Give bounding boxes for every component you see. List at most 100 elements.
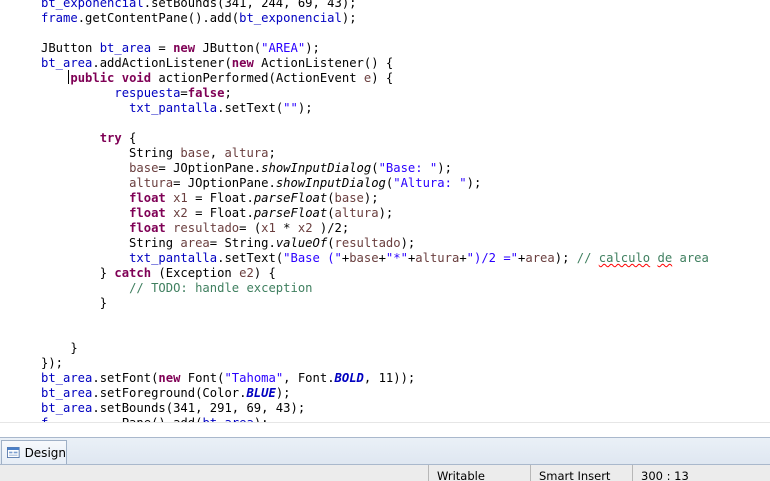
code-token: base [180, 146, 210, 160]
code-token: actionPerformed(ActionEvent [151, 71, 364, 85]
code-token: = JOptionPane. [158, 161, 262, 175]
code-token: BLUE [246, 386, 276, 400]
code-token: .setFont( [92, 371, 159, 385]
code-token: } [41, 266, 115, 280]
code-token: showInputDialog [261, 161, 372, 175]
design-tab-label: Design [24, 445, 66, 460]
code-token: showInputDialog [275, 176, 386, 190]
code-token: "Base (" [283, 251, 342, 265]
code-token: altura [334, 206, 379, 220]
code-line: txt_pantalla.setText("Base ("+base+"*"+a… [41, 251, 709, 266]
code-token: x2 [173, 206, 188, 220]
design-tab[interactable]: Design [1, 440, 67, 464]
code-token: ( [327, 236, 335, 250]
code-token: ActionListener() { [253, 56, 394, 70]
code-token: new [173, 41, 196, 55]
code-token: .setText( [217, 251, 284, 265]
code-token: ; [224, 86, 232, 100]
code-token: ( [327, 191, 335, 205]
code-line: JButton bt_area = new JButton("AREA"); [41, 41, 320, 56]
code-token: , [209, 146, 225, 160]
status-bar: Writable Smart Insert 300 : 13 [0, 465, 770, 481]
code-token: .setBounds(341, 291, 69, 43); [92, 401, 306, 415]
design-view-icon [7, 447, 20, 458]
code-token: ); [275, 386, 291, 400]
code-token: altura [129, 176, 174, 190]
code-token: .setText( [217, 101, 284, 115]
code-line: String area= String.valueOf(resultado); [41, 236, 415, 251]
code-token: .setForeground(Color. [92, 386, 247, 400]
code-token: String [41, 146, 181, 160]
code-token: .getContentPane().add( [77, 11, 240, 25]
code-line: txt_pantalla.setText(""); [41, 101, 313, 116]
code-token: float [129, 191, 166, 205]
code-line: String base, altura; [41, 146, 276, 161]
code-token: bt_area [99, 41, 152, 55]
code-token: "Tahoma" [224, 371, 284, 385]
code-line: bt_area.setFont(new Font("Tahoma", Font.… [41, 371, 415, 386]
code-token: respuesta [114, 86, 181, 100]
text-caret [68, 70, 69, 84]
code-token: e2 [239, 266, 254, 280]
code-token: bt_area [41, 371, 93, 385]
code-token: "*" [385, 251, 408, 265]
code-line: // TODO: handle exception [41, 281, 312, 296]
status-insert-mode: Smart Insert [530, 465, 632, 481]
code-token: ); [400, 236, 416, 250]
code-token: = [151, 41, 174, 55]
code-token: // [576, 251, 599, 265]
code-token: txt_pantalla [129, 101, 218, 115]
code-token: area [180, 236, 210, 250]
code-token: ); [466, 176, 482, 190]
code-token: ; [268, 146, 276, 160]
code-token: new [231, 56, 254, 70]
code-line: } [41, 341, 77, 356]
code-token: = JOptionPane. [173, 176, 276, 190]
code-token: de [657, 251, 673, 265]
status-writable: Writable [428, 465, 530, 481]
code-token: (Exception [151, 266, 240, 280]
code-token: ( [371, 161, 379, 175]
code-token: ); [305, 41, 320, 55]
code-editor[interactable]: bt_exponencial.setBounds(341, 244, 69, 4… [0, 0, 770, 422]
code-token: bt_area [41, 386, 93, 400]
code-token: false [187, 86, 225, 100]
code-line: frame.getContentPane().add(bt_exponencia… [41, 11, 357, 26]
code-token: ) { [371, 71, 394, 85]
code-token: altura [415, 251, 460, 265]
code-token: } [41, 296, 108, 310]
code-token: "" [283, 101, 298, 115]
code-token: "Base: " [378, 161, 438, 175]
code-token: String [41, 236, 181, 250]
editor-view-tab-bar: Design [0, 437, 770, 465]
code-token: area [525, 251, 555, 265]
code-token: valueOf [275, 236, 328, 250]
code-token: calculo [598, 251, 651, 265]
code-token: ); [297, 101, 313, 115]
code-token: base [334, 191, 364, 205]
code-token: * [275, 221, 298, 235]
code-token: frame [41, 11, 78, 25]
code-token: x1 [261, 221, 276, 235]
code-token: { [121, 131, 137, 145]
code-token: base [129, 161, 159, 175]
code-token: }); [41, 356, 64, 370]
code-token: void [121, 71, 152, 85]
code-token: ); [437, 161, 452, 175]
code-token: .setBounds(341, 244, 69, 43); [143, 0, 357, 10]
code-line: }); [41, 356, 63, 371]
code-token: , Font. [283, 371, 335, 385]
code-token: ); [554, 251, 577, 265]
code-token: + [459, 251, 467, 265]
code-token: ); [363, 191, 379, 205]
code-token: , 11)); [363, 371, 416, 385]
code-line: } catch (Exception e2) { [41, 266, 276, 281]
code-line: } [41, 296, 107, 311]
